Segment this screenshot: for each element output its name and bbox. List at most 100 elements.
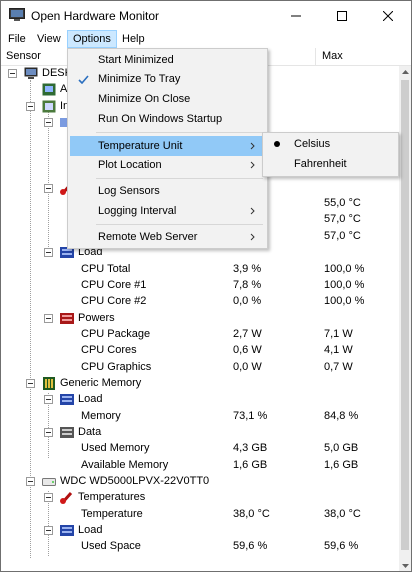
sensor-max: 100,0 %: [324, 279, 365, 291]
menu-start-minimized[interactable]: Start Minimized: [70, 50, 265, 70]
collapse-toggle[interactable]: [44, 395, 53, 404]
sensor-value: 0,0 %: [233, 295, 262, 307]
menu-logging-interval[interactable]: Logging Interval: [70, 201, 265, 221]
sensor-max: 4,1 W: [324, 344, 353, 356]
memory-icon: [43, 377, 55, 390]
radio-dot-icon: [274, 141, 280, 147]
menu-temperature-unit[interactable]: Temperature Unit: [70, 136, 265, 156]
sensor-name: CPU Package: [81, 328, 151, 340]
menu-view[interactable]: View: [32, 30, 66, 48]
tree-row-disk-load[interactable]: Load: [1, 523, 399, 539]
sensor-row[interactable]: Used Space 59,6 % 59,6 %: [1, 539, 399, 555]
column-max[interactable]: Max: [322, 50, 343, 62]
menu-minimize-on-close[interactable]: Minimize On Close: [70, 89, 265, 109]
menu-separator: [96, 178, 263, 179]
collapse-toggle[interactable]: [44, 248, 53, 257]
menu-item-label: Minimize To Tray: [98, 73, 181, 85]
collapse-toggle[interactable]: [8, 69, 17, 78]
menu-log-sensors[interactable]: Log Sensors: [70, 181, 265, 201]
tree-row-powers[interactable]: Powers: [1, 311, 399, 327]
column-divider[interactable]: [315, 48, 316, 66]
sensor-row[interactable]: CPU Core #1 7,8 % 100,0 %: [1, 278, 399, 294]
collapse-toggle[interactable]: [26, 379, 35, 388]
options-dropdown: Start Minimized Minimize To Tray Minimiz…: [67, 48, 268, 249]
sensor-max: 0,7 W: [324, 361, 353, 373]
collapse-toggle[interactable]: [44, 314, 53, 323]
tree-row-disk[interactable]: WDC WD5000LPVX-22V0TT0: [1, 474, 399, 490]
minimize-icon: [291, 15, 301, 16]
power-icon: [60, 313, 74, 324]
sensor-value: 2,7 W: [233, 328, 262, 340]
collapse-toggle[interactable]: [26, 477, 35, 486]
sensor-name: Used Space: [81, 540, 141, 552]
close-button[interactable]: [365, 1, 411, 30]
scroll-down-button[interactable]: [399, 560, 411, 571]
menu-item-label: Log Sensors: [98, 185, 160, 197]
menu-item-label: Minimize On Close: [98, 93, 191, 105]
tree-row-disk-temperatures[interactable]: Temperatures: [1, 490, 399, 506]
menu-options[interactable]: Options: [67, 30, 117, 48]
tree-label: WDC WD5000LPVX-22V0TT0: [60, 475, 210, 487]
collapse-toggle[interactable]: [44, 118, 53, 127]
temperature-unit-submenu: Celsius Fahrenheit: [262, 132, 399, 177]
collapse-toggle[interactable]: [26, 102, 35, 111]
chevron-up-icon: [401, 70, 409, 74]
sensor-row[interactable]: CPU Graphics 0,0 W 0,7 W: [1, 360, 399, 376]
sensor-row[interactable]: Temperature 38,0 °C 38,0 °C: [1, 507, 399, 523]
scroll-up-button[interactable]: [399, 66, 411, 78]
window-title: Open Hardware Monitor: [31, 9, 160, 23]
sensor-row[interactable]: Available Memory 1,6 GB 1,6 GB: [1, 458, 399, 474]
menu-item-label: Logging Interval: [98, 205, 177, 217]
sensor-value: 73,1 %: [233, 410, 268, 422]
menu-plot-location[interactable]: Plot Location: [70, 155, 265, 175]
sensor-row[interactable]: CPU Core #2 0,0 % 100,0 %: [1, 294, 399, 310]
menu-file[interactable]: File: [3, 30, 31, 48]
sensor-value: 0,6 W: [233, 344, 262, 356]
maximize-icon: [337, 10, 347, 21]
menu-minimize-to-tray[interactable]: Minimize To Tray: [70, 69, 265, 89]
sensor-row[interactable]: CPU Total 3,9 % 100,0 %: [1, 262, 399, 278]
vertical-scrollbar[interactable]: [399, 66, 411, 571]
menu-run-on-startup[interactable]: Run On Windows Startup: [70, 109, 265, 129]
menu-help[interactable]: Help: [117, 30, 150, 48]
sensor-row[interactable]: CPU Package 2,7 W 7,1 W: [1, 327, 399, 343]
scrollbar-thumb[interactable]: [401, 80, 409, 550]
collapse-toggle[interactable]: [44, 184, 53, 193]
menu-celsius[interactable]: Celsius: [265, 134, 396, 154]
chevron-right-icon: [250, 136, 255, 156]
sensor-name: Memory: [81, 410, 121, 422]
sensor-value: 59,6 %: [233, 540, 268, 552]
menu-fahrenheit[interactable]: Fahrenheit: [265, 154, 396, 174]
sensor-max: 1,6 GB: [324, 459, 359, 471]
sensor-row[interactable]: Memory 73,1 % 84,8 %: [1, 409, 399, 425]
menu-remote-web-server[interactable]: Remote Web Server: [70, 227, 265, 247]
minimize-button[interactable]: [273, 1, 319, 30]
sensor-value: 7,8 %: [233, 279, 262, 291]
collapse-toggle[interactable]: [44, 493, 53, 502]
chevron-right-icon: [250, 201, 255, 221]
app-monitor-icon: [9, 8, 25, 21]
sensor-name: CPU Total: [81, 263, 131, 275]
chip-icon: [42, 100, 56, 113]
title-bar: Open Hardware Monitor: [1, 1, 411, 30]
sensor-max: 57,0 °C: [324, 213, 361, 225]
load-bar-icon: [60, 394, 74, 405]
sensor-name: CPU Core #2: [81, 295, 147, 307]
sensor-row[interactable]: Used Memory 4,3 GB 5,0 GB: [1, 441, 399, 457]
maximize-button[interactable]: [319, 1, 365, 30]
computer-icon: [24, 67, 38, 79]
sensor-name: CPU Cores: [81, 344, 137, 356]
tree-label: Data: [78, 426, 102, 438]
chevron-right-icon: [250, 227, 255, 247]
sensor-row[interactable]: CPU Cores 0,6 W 4,1 W: [1, 343, 399, 359]
tree-row-memory[interactable]: Generic Memory: [1, 376, 399, 392]
collapse-toggle[interactable]: [44, 526, 53, 535]
checkmark-icon: [76, 69, 90, 89]
sensor-max: 38,0 °C: [324, 508, 361, 520]
menu-item-label: Celsius: [294, 138, 331, 150]
tree-row-memory-load[interactable]: Load: [1, 392, 399, 408]
collapse-toggle[interactable]: [44, 428, 53, 437]
column-sensor[interactable]: Sensor: [6, 50, 41, 62]
chevron-down-icon: [401, 564, 409, 568]
tree-row-memory-data[interactable]: Data: [1, 425, 399, 441]
